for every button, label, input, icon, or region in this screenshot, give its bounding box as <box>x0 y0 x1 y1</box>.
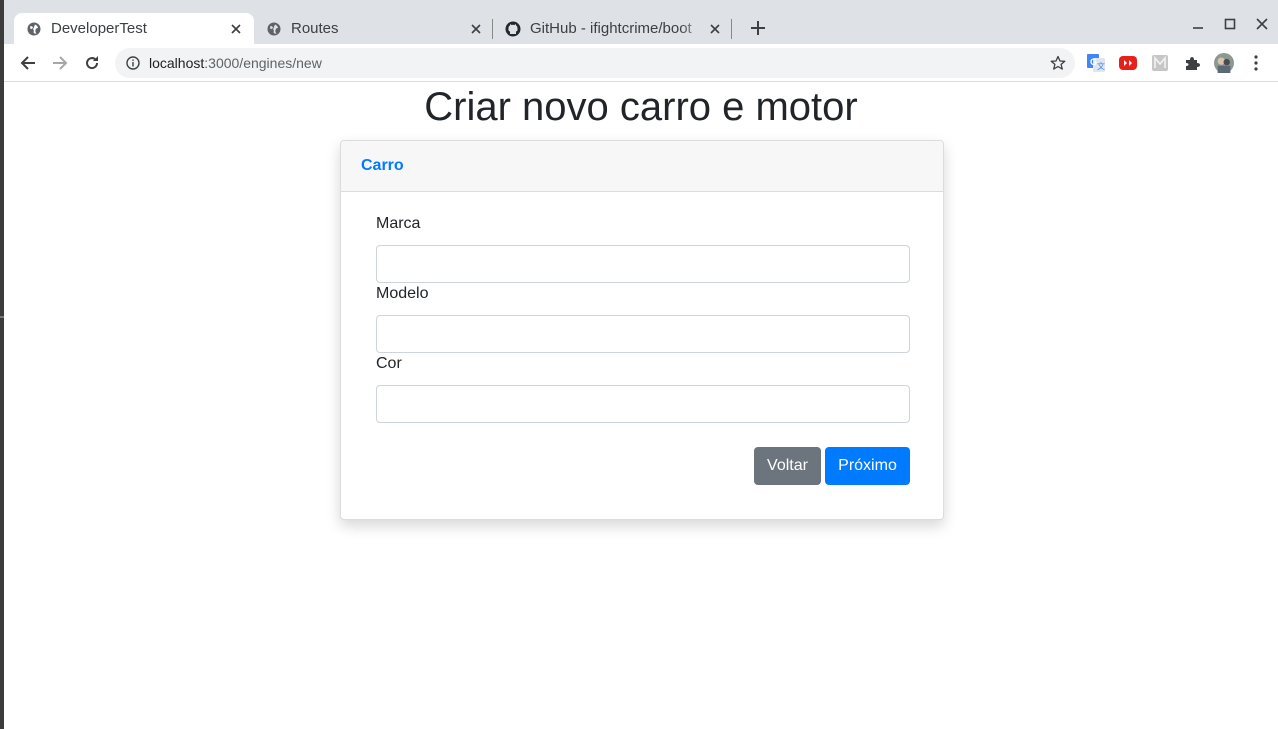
globe-icon <box>266 21 282 37</box>
url-path: :3000/engines/new <box>204 55 322 71</box>
kebab-menu-icon[interactable] <box>1246 53 1266 73</box>
close-icon[interactable] <box>707 21 723 37</box>
globe-icon <box>26 21 42 37</box>
profile-avatar[interactable] <box>1214 53 1234 73</box>
minimize-button[interactable] <box>1186 14 1210 34</box>
new-tab-button[interactable] <box>746 16 770 40</box>
modelo-input[interactable] <box>376 315 910 353</box>
card-header-title: Carro <box>361 157 404 174</box>
card-header: Carro <box>341 141 943 192</box>
modelo-label: Modelo <box>376 285 429 302</box>
tab-title: GitHub - ifightcrime/boot <box>530 20 692 37</box>
page-content: Criar novo carro e motor Carro Marca Mod… <box>4 83 1278 729</box>
browser-toolbar: localhost:3000/engines/new G文 <box>4 44 1278 82</box>
next-button[interactable]: Próximo <box>825 447 910 485</box>
google-translate-icon[interactable]: G文 <box>1086 53 1106 73</box>
forward-arrow-icon[interactable] <box>48 51 72 75</box>
close-icon[interactable] <box>228 21 244 37</box>
puzzle-icon[interactable] <box>1182 53 1202 73</box>
back-button[interactable]: Voltar <box>754 447 821 485</box>
github-icon <box>505 21 521 37</box>
url-host: localhost <box>149 55 205 71</box>
browser-window: DeveloperTest Routes GitHub - ifightcrim… <box>0 0 1278 729</box>
address-bar[interactable]: localhost:3000/engines/new <box>115 48 1075 78</box>
svg-text:G: G <box>1090 57 1097 67</box>
tab-separator <box>731 19 732 39</box>
page-title: Criar novo carro e motor <box>424 85 858 129</box>
car-form-card: Carro Marca Modelo Cor Voltar Próximo <box>340 140 944 520</box>
tab-strip: DeveloperTest Routes GitHub - ifightcrim… <box>4 0 1278 44</box>
tab-developertest[interactable]: DeveloperTest <box>14 13 254 44</box>
tab-github[interactable]: GitHub - ifightcrime/boot <box>493 13 733 44</box>
cor-label: Cor <box>376 355 402 372</box>
info-icon[interactable] <box>125 55 141 71</box>
tab-title: DeveloperTest <box>51 20 147 37</box>
youtube-icon[interactable] <box>1118 53 1138 73</box>
svg-text:文: 文 <box>1097 61 1105 71</box>
window-close-button[interactable] <box>1250 14 1274 34</box>
marca-input[interactable] <box>376 245 910 283</box>
tab-routes[interactable]: Routes <box>254 13 494 44</box>
url-text: localhost:3000/engines/new <box>149 55 322 71</box>
marca-label: Marca <box>376 215 421 232</box>
back-arrow-icon[interactable] <box>16 51 40 75</box>
m-extension-icon[interactable] <box>1150 53 1170 73</box>
tab-title: Routes <box>291 20 339 37</box>
close-icon[interactable] <box>468 21 484 37</box>
bookmark-star-icon[interactable] <box>1049 54 1067 72</box>
maximize-button[interactable] <box>1218 14 1242 34</box>
cor-input[interactable] <box>376 385 910 423</box>
reload-icon[interactable] <box>80 51 104 75</box>
